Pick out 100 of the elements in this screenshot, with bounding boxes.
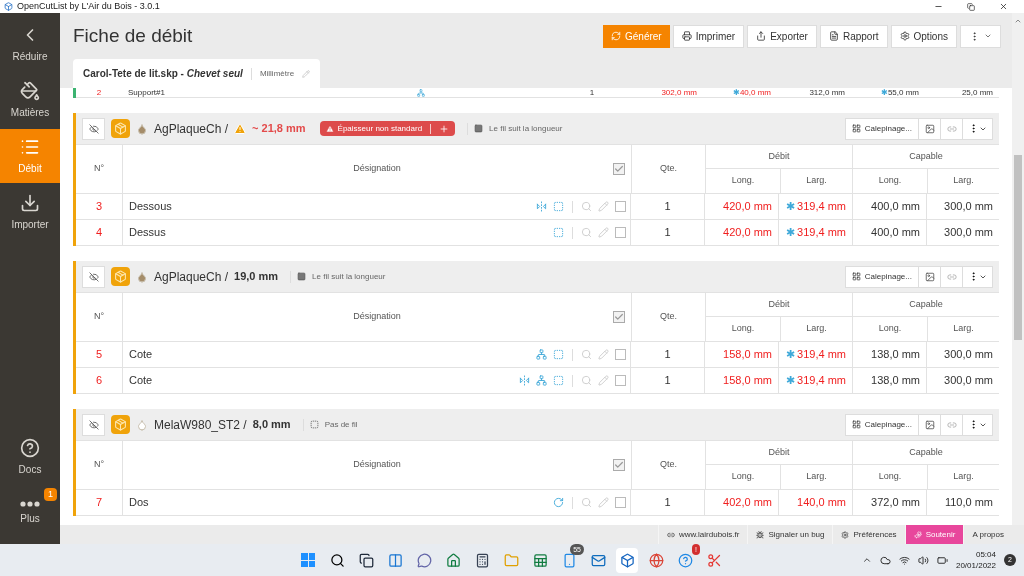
eye-off-icon xyxy=(88,419,99,430)
table-cell-text: ✱40,0 mm xyxy=(731,88,772,98)
grain-label: Le fil suit la longueur xyxy=(489,122,563,135)
pencil-icon[interactable] xyxy=(598,497,609,508)
pencil-icon[interactable] xyxy=(598,349,609,360)
table-cell: ✱ 319,4 mm xyxy=(778,194,852,219)
row-checkbox[interactable] xyxy=(615,201,626,212)
pencil-icon[interactable] xyxy=(598,375,609,386)
settings-icon xyxy=(899,31,910,41)
chevron-up-icon[interactable] xyxy=(861,555,872,565)
menu-button[interactable] xyxy=(960,24,1001,48)
document-tab[interactable]: Carol-Tete de lit.skp - Chevet seul Millimètre xyxy=(73,59,321,88)
scroll-up-icon[interactable] xyxy=(1014,17,1022,25)
help-icon xyxy=(677,552,693,568)
hide-button[interactable] xyxy=(82,265,105,288)
scissors-icon xyxy=(706,552,722,568)
warning-badge[interactable]: Épaisseur non standard xyxy=(319,121,456,136)
windows-logo-icon xyxy=(301,553,315,567)
options-button[interactable]: Options xyxy=(890,24,957,48)
search-icon[interactable] xyxy=(581,201,592,212)
column-header: N° xyxy=(92,162,106,176)
table-cell: 110,0 mm xyxy=(926,490,999,515)
search-icon[interactable] xyxy=(581,375,592,386)
hide-button[interactable] xyxy=(82,117,105,140)
material-name: AgPlaqueCh / xyxy=(154,120,229,138)
pencil-icon[interactable] xyxy=(598,201,609,212)
row-checkbox[interactable] xyxy=(615,349,626,360)
sidebar-item[interactable]: Réduire xyxy=(0,17,60,71)
quantity-cell-text: 1 xyxy=(588,88,596,98)
warning-icon xyxy=(234,122,247,135)
column-header: N° xyxy=(92,310,106,324)
row-number: 3 xyxy=(94,199,104,215)
column-header: Long. xyxy=(877,322,903,336)
column-header: Long. xyxy=(730,174,756,188)
part-name: Cote xyxy=(129,347,153,363)
select-all-checkbox[interactable] xyxy=(613,459,625,471)
pencil-icon[interactable] xyxy=(302,69,311,78)
sidebar-item[interactable]: Docs xyxy=(0,430,60,484)
row-checkbox[interactable] xyxy=(615,497,626,508)
column-header: Qte. xyxy=(631,293,705,341)
image-icon xyxy=(924,271,935,282)
document-icon xyxy=(828,31,839,41)
eye-off-icon xyxy=(88,271,99,282)
table-cell-text: 312,0 mm xyxy=(808,88,846,98)
battery-icon[interactable] xyxy=(936,554,948,566)
table-cell: 140,0 mm xyxy=(778,490,852,515)
clock-date[interactable]: 20/01/2022 xyxy=(955,560,996,571)
export-button[interactable]: Exporter xyxy=(747,24,817,48)
table-cell-text: ✱55,0 mm xyxy=(879,88,920,98)
column-header: Larg. xyxy=(780,465,852,489)
document-name: Carol-Tete de lit.skp - Chevet seul xyxy=(83,67,243,81)
settings-icon xyxy=(841,530,850,539)
scrollbar-thumb[interactable] xyxy=(1014,155,1022,340)
pencil-icon[interactable] xyxy=(598,227,609,238)
table-cell: 158,0 mm xyxy=(704,368,778,393)
grid-icon xyxy=(851,272,861,281)
support-link[interactable]: Soutenir xyxy=(904,525,964,544)
sidebar-item[interactable]: Matières xyxy=(0,73,60,127)
hand-heart-icon xyxy=(913,530,922,539)
asterisk-icon: ✱ xyxy=(786,346,796,363)
part-name: Dessous xyxy=(129,199,172,215)
grain-label: Pas de fil xyxy=(324,418,358,431)
link-icon xyxy=(946,419,957,430)
print-button[interactable]: Imprimer xyxy=(672,24,745,48)
select-all-checkbox[interactable] xyxy=(613,163,625,175)
row-number: 6 xyxy=(94,373,104,389)
unit-label: Millimètre xyxy=(259,67,295,80)
app-icon xyxy=(4,2,13,11)
table-cell: 138,0 mm xyxy=(852,368,926,393)
column-group-header: Capable xyxy=(853,441,999,465)
report-button[interactable]: Rapport xyxy=(819,24,888,48)
chat-icon xyxy=(416,552,432,568)
speaker-icon[interactable] xyxy=(917,554,929,566)
sidebar-item[interactable]: Plus 1 xyxy=(0,486,60,540)
search-icon[interactable] xyxy=(581,349,592,360)
restore-icon[interactable] xyxy=(967,2,975,11)
row-checkbox[interactable] xyxy=(615,227,626,238)
globe-icon xyxy=(648,552,664,568)
material-icon xyxy=(111,267,130,286)
quantity-cell: 1 xyxy=(630,368,704,393)
search-icon[interactable] xyxy=(581,227,592,238)
cloud-icon[interactable] xyxy=(879,554,891,566)
task-view-icon xyxy=(358,552,374,568)
table-cell: 402,0 mm xyxy=(704,490,778,515)
sidebar-item[interactable]: Importer xyxy=(0,185,60,239)
link-icon xyxy=(666,530,675,539)
material-icon xyxy=(111,415,130,434)
row-checkbox[interactable] xyxy=(615,375,626,386)
hide-button[interactable] xyxy=(82,413,105,436)
table-cell: 420,0 mm xyxy=(704,220,778,245)
search-icon[interactable] xyxy=(581,497,592,508)
select-all-checkbox[interactable] xyxy=(613,311,625,323)
clock-time[interactable]: 05:04 xyxy=(975,549,996,560)
share-icon xyxy=(756,31,767,41)
column-header: Désignation xyxy=(353,310,401,324)
wifi-icon[interactable] xyxy=(898,554,910,566)
scrollbar[interactable] xyxy=(1012,13,1024,525)
part-name: Cote xyxy=(129,373,153,389)
close-icon[interactable] xyxy=(999,2,1008,11)
material-name: MelaW980_ST2 / xyxy=(154,416,247,434)
